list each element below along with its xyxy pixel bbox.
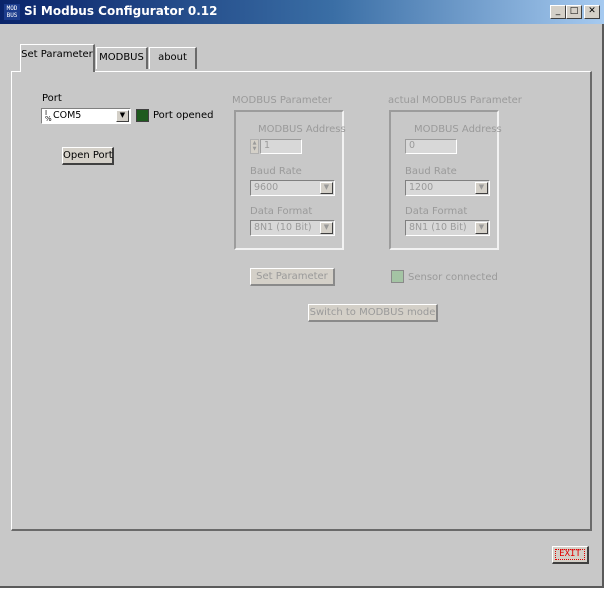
modbus-address-label: MODBUS Address xyxy=(258,124,346,135)
actual-format-select[interactable]: 8N1 (10 Bit) ▼ xyxy=(405,220,490,236)
address-spinner-icon[interactable]: ▲ ▼ xyxy=(250,139,259,154)
port-value: COM5 xyxy=(53,110,82,121)
actual-parameter-heading: actual MODBUS Parameter xyxy=(388,95,522,106)
exit-label: EXIT xyxy=(559,549,581,559)
chevron-down-icon[interactable]: ▼ xyxy=(320,222,333,234)
actual-baud-label: Baud Rate xyxy=(405,166,457,177)
port-select[interactable]: I% COM5 ▼ xyxy=(41,108,131,124)
modbus-address-input[interactable]: 1 xyxy=(260,139,302,154)
actual-format-value: 8N1 (10 Bit) xyxy=(409,222,467,233)
app-window: MOD BUS Si Modbus Configurator 0.12 _ □ ✕… xyxy=(0,0,604,588)
sensor-connected-led xyxy=(391,270,404,283)
baud-rate-select[interactable]: 9600 ▼ xyxy=(250,180,335,196)
chevron-down-icon[interactable]: ▼ xyxy=(320,182,333,194)
switch-modbus-mode-button[interactable]: Switch to MODBUS mode xyxy=(308,304,438,322)
port-opened-label: Port opened xyxy=(153,110,214,121)
data-format-value: 8N1 (10 Bit) xyxy=(254,222,312,233)
actual-format-label: Data Format xyxy=(405,206,468,217)
baud-rate-label: Baud Rate xyxy=(250,166,302,177)
actual-address-label: MODBUS Address xyxy=(414,124,502,135)
chevron-down-icon[interactable]: ▼ xyxy=(475,182,488,194)
chevron-down-icon[interactable]: ▼ xyxy=(475,222,488,234)
panel-content: Port I% COM5 ▼ Port opened Open Port MOD… xyxy=(0,0,604,588)
port-opened-led xyxy=(136,109,149,122)
data-format-select[interactable]: 8N1 (10 Bit) ▼ xyxy=(250,220,335,236)
port-label: Port xyxy=(42,93,62,104)
actual-baud-select[interactable]: 1200 ▼ xyxy=(405,180,490,196)
modbus-parameter-heading: MODBUS Parameter xyxy=(232,95,332,106)
baud-rate-value: 9600 xyxy=(254,182,279,193)
actual-baud-value: 1200 xyxy=(409,182,434,193)
exit-button[interactable]: EXIT xyxy=(552,546,589,564)
set-parameter-button[interactable]: Set Parameter xyxy=(250,268,335,286)
data-format-label: Data Format xyxy=(250,206,313,217)
open-port-button[interactable]: Open Port xyxy=(62,147,114,165)
actual-address-display: 0 xyxy=(405,139,457,154)
sensor-connected-label: Sensor connected xyxy=(408,272,498,283)
chevron-down-icon[interactable]: ▼ xyxy=(116,110,129,122)
visa-icon: I% xyxy=(45,109,52,123)
